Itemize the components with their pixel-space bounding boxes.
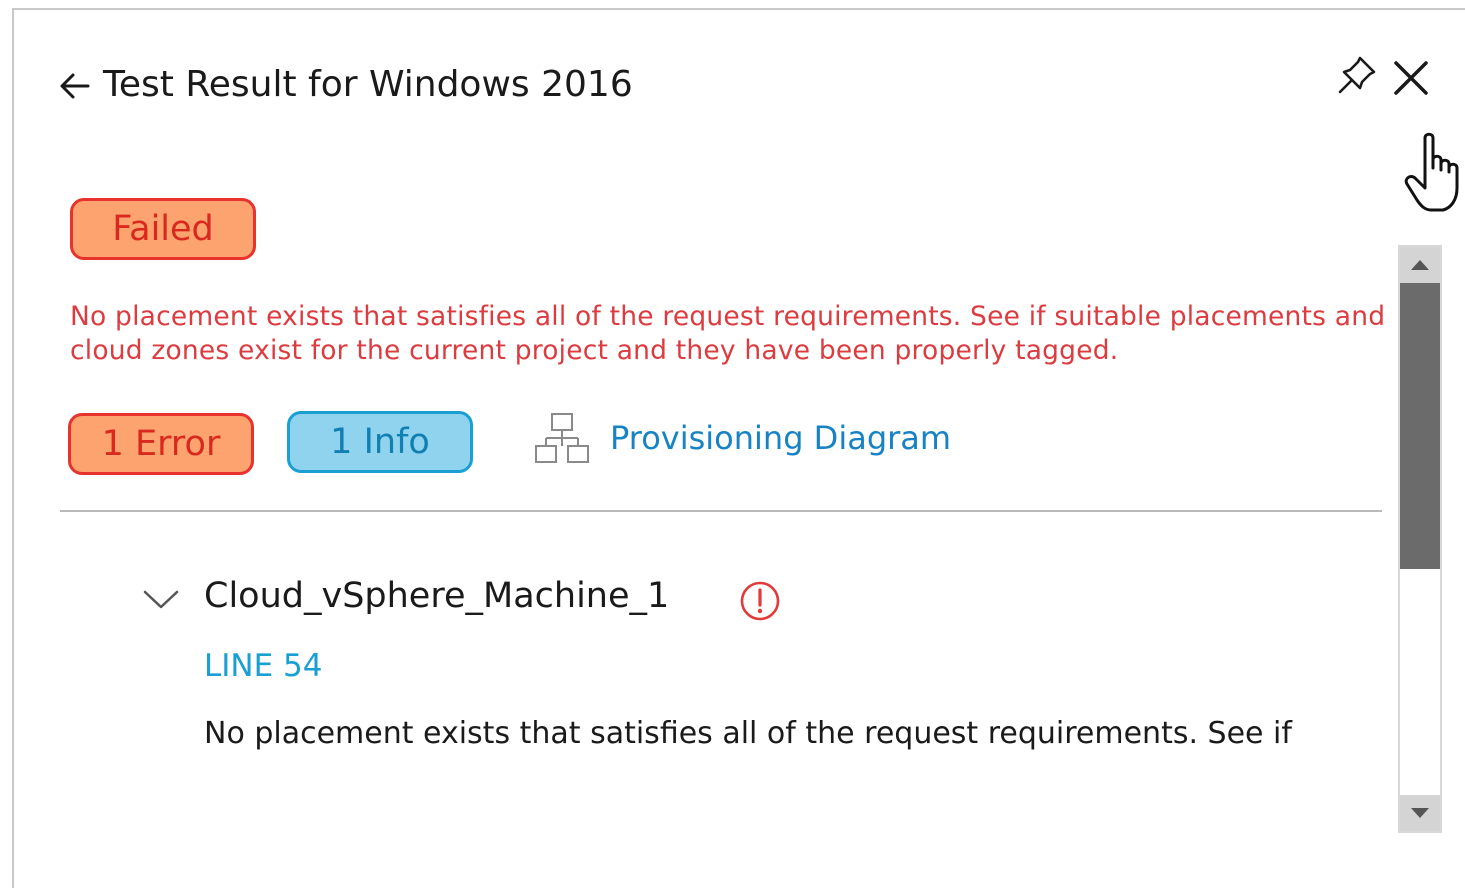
chevron-down-icon[interactable]	[142, 586, 180, 612]
scroll-up-button[interactable]	[1400, 247, 1440, 283]
result-item-name[interactable]: Cloud_vSphere_Machine_1	[204, 576, 669, 616]
close-icon[interactable]	[1391, 58, 1431, 98]
error-count-button[interactable]: 1 Error	[68, 413, 254, 475]
hand-pointer-cursor-icon	[1404, 132, 1459, 212]
triangle-up-icon	[1411, 260, 1429, 270]
pin-icon[interactable]	[1336, 54, 1378, 96]
triangle-down-icon	[1411, 808, 1429, 818]
scroll-down-button[interactable]	[1400, 795, 1440, 831]
section-divider	[60, 510, 1382, 512]
provisioning-diagram-label: Provisioning Diagram	[610, 419, 952, 457]
vertical-scrollbar[interactable]	[1398, 245, 1442, 833]
page-title: Test Result for Windows 2016	[103, 64, 633, 105]
result-line-link[interactable]: LINE 54	[204, 648, 323, 684]
info-count-button[interactable]: 1 Info	[287, 411, 473, 473]
error-circle-icon	[740, 581, 780, 621]
status-error-message: No placement exists that satisfies all o…	[70, 301, 1386, 366]
arrow-left-icon[interactable]	[58, 70, 92, 102]
hierarchy-diagram-icon	[535, 413, 589, 463]
provisioning-diagram-link[interactable]: Provisioning Diagram	[532, 410, 951, 466]
status-badge: Failed	[70, 198, 256, 260]
result-detail-message: No placement exists that satisfies all o…	[204, 716, 1292, 751]
scroll-thumb[interactable]	[1400, 283, 1440, 569]
